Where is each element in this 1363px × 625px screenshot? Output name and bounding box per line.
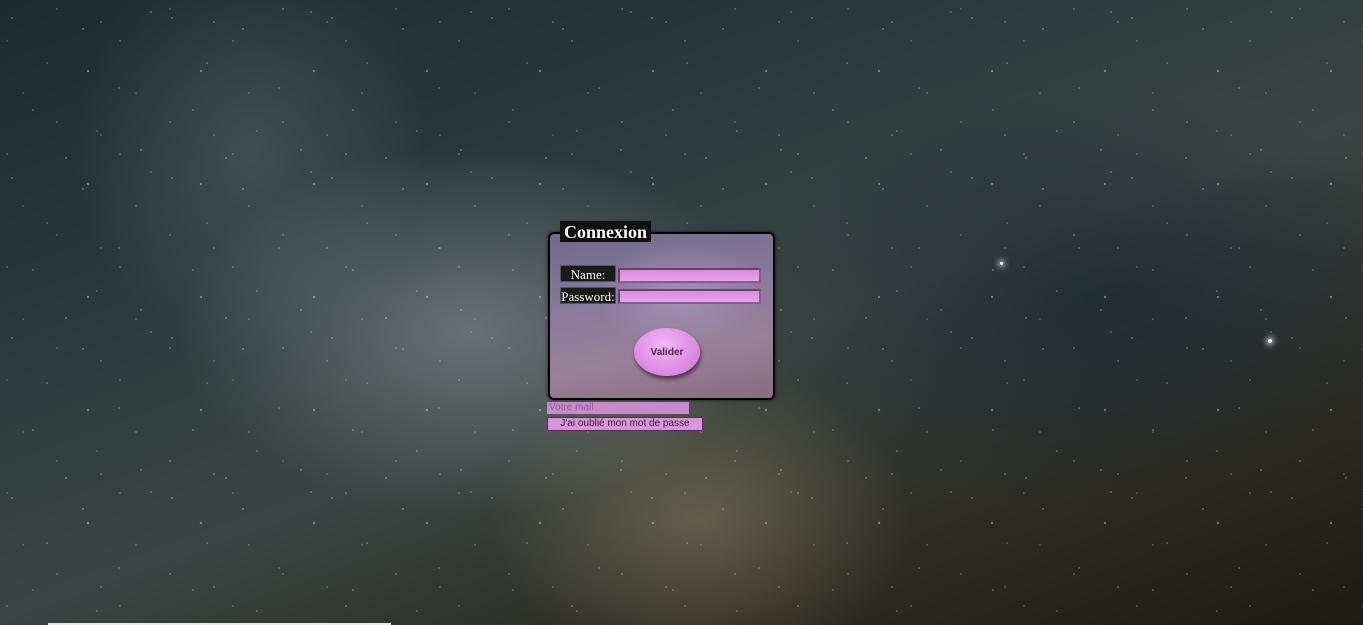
recovery-email-input[interactable] [547, 402, 689, 414]
password-label: Password: [560, 287, 616, 304]
bright-star [1000, 262, 1003, 265]
bright-star [1268, 339, 1272, 343]
submit-button[interactable]: Valider [634, 328, 700, 376]
name-input[interactable] [618, 268, 761, 283]
password-input[interactable] [618, 289, 761, 304]
login-legend: Connexion [560, 221, 652, 242]
forgot-password-button[interactable]: J'ai oublié mon mot de passe [547, 417, 703, 431]
name-label: Name: [560, 265, 616, 282]
